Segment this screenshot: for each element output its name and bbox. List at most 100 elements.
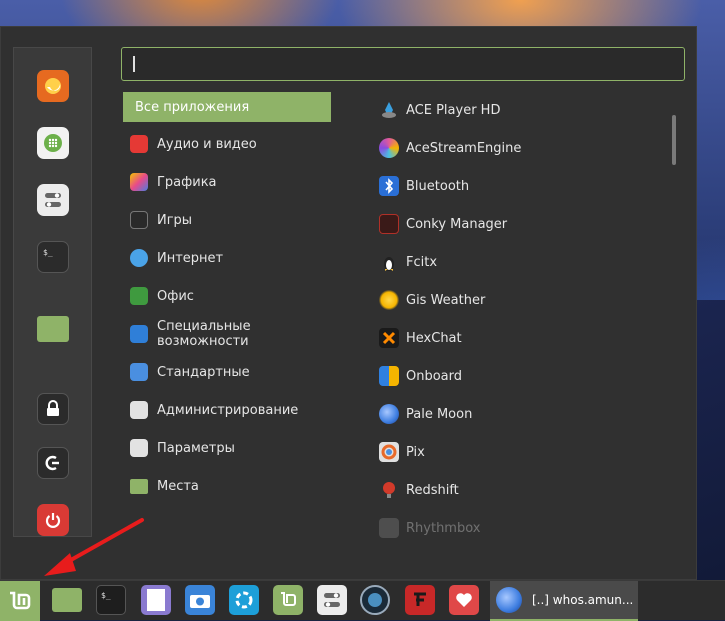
bluetooth-icon xyxy=(379,176,399,196)
category-label: Специальные возможности xyxy=(157,319,251,349)
text-cursor xyxy=(133,56,135,72)
search-input[interactable] xyxy=(121,47,685,81)
category-accessories[interactable]: Стандартные xyxy=(123,357,331,387)
taskbar-files[interactable] xyxy=(52,585,82,615)
category-office[interactable]: Офис xyxy=(123,281,331,311)
taskbar-system-settings[interactable] xyxy=(317,585,347,615)
acestream-icon xyxy=(235,591,253,609)
taskbar: $_ [..] whos.amun... xyxy=(0,580,725,621)
app-acestreamengine[interactable]: AceStreamEngine xyxy=(379,133,659,163)
app-redshift[interactable]: Redshift xyxy=(379,475,659,505)
category-graphics[interactable]: Графика xyxy=(123,167,331,197)
category-label: Аудио и видео xyxy=(157,136,257,152)
acestream-icon xyxy=(379,138,399,158)
svg-text:$_: $_ xyxy=(101,591,111,600)
pix-icon xyxy=(379,442,399,462)
onboard-icon xyxy=(379,366,399,386)
category-label: Интернет xyxy=(157,250,224,266)
app-label: Rhythmbox xyxy=(406,520,481,536)
taskbar-favorites[interactable] xyxy=(449,585,479,615)
places-icon xyxy=(130,478,148,494)
window-title: [..] whos.amun... xyxy=(532,593,634,607)
pale-moon-icon xyxy=(379,404,399,424)
favorites-sidebar: $_ xyxy=(13,47,92,537)
app-bluetooth[interactable]: Bluetooth xyxy=(379,171,659,201)
media-icon xyxy=(130,135,148,153)
app-fcitx[interactable]: Fcitx xyxy=(379,247,659,277)
apps-scrollbar[interactable] xyxy=(672,115,676,165)
taskbar-text-editor[interactable] xyxy=(141,585,171,615)
preferences-icon xyxy=(130,439,148,457)
app-pix[interactable]: Pix xyxy=(379,437,659,467)
system-settings-icon xyxy=(324,593,340,607)
accessibility-icon xyxy=(130,325,148,343)
app-label: Redshift xyxy=(406,482,459,498)
accessories-icon xyxy=(130,363,148,381)
taskbar-window-pale-moon[interactable]: [..] whos.amun... xyxy=(490,581,638,621)
font-manager-icon xyxy=(414,592,426,606)
administration-icon xyxy=(130,401,148,419)
category-sound-video[interactable]: Аудио и видео xyxy=(123,129,331,159)
files-folder-icon[interactable] xyxy=(37,316,69,342)
app-label: AceStreamEngine xyxy=(406,140,522,156)
taskbar-mint-update[interactable] xyxy=(273,585,303,615)
app-label: Bluetooth xyxy=(406,178,470,194)
app-label: Conky Manager xyxy=(406,216,508,232)
category-accessibility[interactable]: Специальные возможности xyxy=(123,319,331,349)
terminal-icon: $_ xyxy=(101,591,111,600)
software-manager-icon[interactable] xyxy=(37,127,69,159)
taskbar-terminal[interactable]: $_ xyxy=(96,585,126,615)
conky-icon xyxy=(379,214,399,234)
system-settings-icon[interactable] xyxy=(37,184,69,216)
app-label: Onboard xyxy=(406,368,463,384)
taskbar-acestream[interactable] xyxy=(229,585,259,615)
menu-button[interactable] xyxy=(0,581,40,621)
app-label: HexChat xyxy=(406,330,462,346)
text-editor-icon xyxy=(147,589,165,611)
svg-text:$_: $_ xyxy=(43,248,53,257)
office-icon xyxy=(130,287,148,305)
shutdown-icon[interactable] xyxy=(37,504,69,536)
games-icon xyxy=(130,211,148,229)
app-pale-moon[interactable]: Pale Moon xyxy=(379,399,659,429)
category-label: Администрирование xyxy=(157,402,299,418)
category-label: Игры xyxy=(157,212,193,228)
taskbar-screenshot[interactable] xyxy=(185,585,215,615)
ace-player-icon xyxy=(379,100,399,120)
category-internet[interactable]: Интернет xyxy=(123,243,331,273)
category-label: Все приложения xyxy=(135,99,250,115)
weather-icon xyxy=(379,290,399,310)
linux-mint-logo-icon xyxy=(10,591,31,610)
taskbar-speed-dial[interactable] xyxy=(360,585,390,615)
category-places[interactable]: Места xyxy=(123,471,331,501)
app-gis-weather[interactable]: Gis Weather xyxy=(379,285,659,315)
category-label: Графика xyxy=(157,174,217,190)
app-conky-manager[interactable]: Conky Manager xyxy=(379,209,659,239)
taskbar-font-manager[interactable] xyxy=(405,585,435,615)
category-games[interactable]: Игры xyxy=(123,205,331,235)
hexchat-icon xyxy=(379,328,399,348)
app-label: Pale Moon xyxy=(406,406,473,422)
app-label: Fcitx xyxy=(406,254,438,270)
speed-dial-icon xyxy=(368,593,382,607)
application-menu: $_ Все приложения Аудио и видео Графика … xyxy=(0,26,697,580)
app-onboard[interactable]: Onboard xyxy=(379,361,659,391)
category-all-apps[interactable]: Все приложения xyxy=(123,92,331,122)
pale-moon-icon xyxy=(496,587,522,613)
fcitx-icon xyxy=(379,252,399,272)
firefox-icon[interactable] xyxy=(37,70,69,102)
category-label: Офис xyxy=(157,288,194,304)
logout-icon[interactable] xyxy=(37,447,69,479)
app-ace-player-hd[interactable]: ACE Player HD xyxy=(379,95,659,125)
app-rhythmbox[interactable]: Rhythmbox xyxy=(379,513,659,543)
category-label: Параметры xyxy=(157,440,235,456)
category-administration[interactable]: Администрирование xyxy=(123,395,331,425)
category-preferences[interactable]: Параметры xyxy=(123,433,331,463)
app-label: ACE Player HD xyxy=(406,102,501,118)
terminal-icon[interactable]: $_ xyxy=(37,241,69,273)
graphics-icon xyxy=(130,173,148,191)
lock-screen-icon[interactable] xyxy=(37,393,69,425)
rhythmbox-icon xyxy=(379,518,399,538)
category-label: Стандартные xyxy=(157,364,250,380)
app-hexchat[interactable]: HexChat xyxy=(379,323,659,353)
